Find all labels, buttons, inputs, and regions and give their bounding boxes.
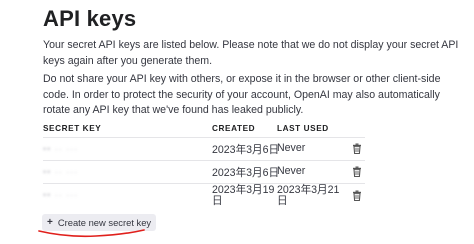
last-used-line-2: 日 — [277, 195, 288, 207]
last-used: Never — [277, 142, 306, 154]
created-date: 2023年3月19 日 — [212, 185, 274, 207]
last-used: Never — [277, 165, 306, 177]
redacted-secret-key: •• ·· ··· — [43, 190, 79, 200]
redacted-secret-key: •• ·· ··· — [43, 144, 79, 154]
table-row: •• ·· ··· 2023年3月6日 Never — [43, 137, 365, 160]
table-row: •• ·· ··· 2023年3月19 日 2023年3月21 日 — [43, 183, 365, 208]
create-new-secret-key-button[interactable]: + Create new secret key — [42, 214, 157, 231]
created-date-line-2: 日 — [212, 195, 223, 207]
api-keys-table: SECRET KEY CREATED LAST USED •• ·· ··· 2… — [43, 121, 365, 208]
trash-icon[interactable] — [352, 143, 362, 154]
security-paragraph: Do not share your API key with others, o… — [43, 73, 441, 116]
create-button-label: Create new secret key — [57, 217, 152, 228]
created-date: 2023年3月6日 — [212, 167, 280, 179]
plus-icon: + — [47, 217, 53, 228]
last-used: 2023年3月21 日 — [277, 185, 339, 207]
header-last-used: LAST USED — [277, 124, 329, 133]
intro-paragraph: Your secret API keys are listed below. P… — [43, 39, 459, 67]
created-date: 2023年3月6日 — [212, 144, 280, 156]
redacted-secret-key: •• ·· ··· — [43, 167, 79, 177]
api-keys-page: API keys Your secret API keys are listed… — [0, 0, 474, 244]
page-title: API keys — [43, 6, 137, 31]
trash-icon[interactable] — [352, 166, 362, 177]
trash-icon[interactable] — [352, 190, 362, 201]
table-row: •• ·· ··· 2023年3月6日 Never — [43, 160, 365, 183]
header-created: CREATED — [212, 124, 256, 133]
header-secret-key: SECRET KEY — [43, 124, 102, 133]
table-header: SECRET KEY CREATED LAST USED — [43, 121, 365, 137]
